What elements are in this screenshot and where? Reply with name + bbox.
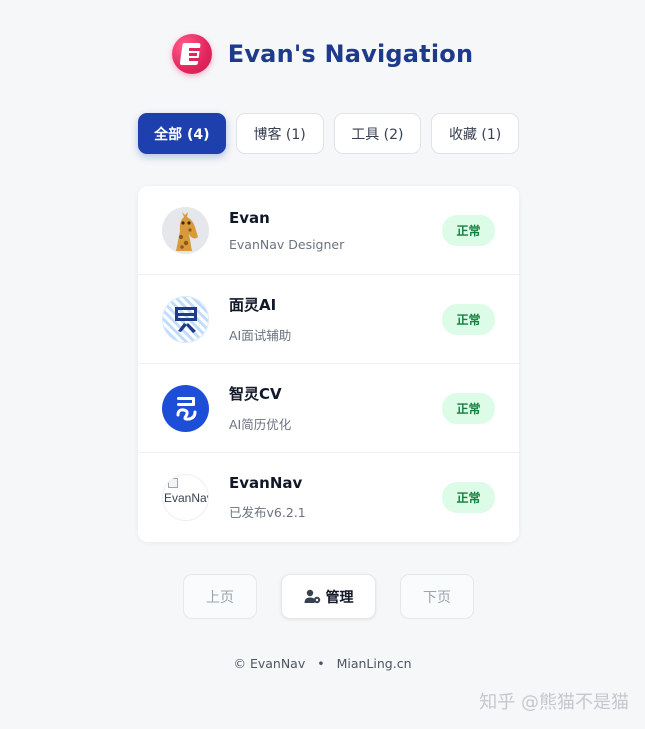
broken-image-icon: EvanNav: [162, 474, 209, 521]
item-desc: 已发布v6.2.1: [229, 505, 306, 520]
next-page-button[interactable]: 下页: [400, 574, 474, 619]
zhiling-logo-icon: [162, 384, 209, 432]
status-badge: 正常: [442, 214, 495, 246]
status-badge: 正常: [442, 303, 495, 335]
mianling-logo-icon: [162, 295, 209, 343]
category-tabs: 全部 (4) 博客 (1) 工具 (2) 收藏 (1): [138, 113, 519, 154]
status-badge: 正常: [442, 482, 495, 513]
item-name: Evan: [229, 208, 270, 227]
footer-separator: •: [317, 656, 325, 671]
item-desc: AI面试辅助: [229, 328, 292, 343]
giraffe-avatar-icon: [162, 206, 209, 254]
item-desc: EvanNav Designer: [229, 236, 345, 252]
pagination: 上页 管理 下页: [183, 574, 474, 619]
footer-link[interactable]: MianLing.cn: [337, 656, 412, 671]
page-title: Evan's Navigation: [227, 40, 474, 68]
footer-copyright: © EvanNav: [233, 656, 306, 671]
tab-all[interactable]: 全部 (4): [138, 113, 226, 154]
list-item[interactable]: 面灵AI AI面试辅助 正常: [138, 275, 519, 364]
item-name: 面灵AI: [229, 296, 277, 314]
site-list: Evan EvanNav Designer 正常 面灵AI AI面试辅助 正常: [138, 186, 519, 542]
list-item[interactable]: Evan EvanNav Designer 正常: [138, 186, 519, 275]
item-name: 智灵CV: [229, 385, 282, 403]
item-desc: AI简历优化: [229, 417, 292, 432]
tab-blog[interactable]: 博客 (1): [235, 113, 324, 154]
manage-button[interactable]: 管理: [281, 574, 376, 619]
tab-favorites[interactable]: 收藏 (1): [431, 113, 519, 154]
tab-tools[interactable]: 工具 (2): [333, 113, 422, 154]
image-alt-text: EvanNav: [164, 491, 209, 505]
list-item[interactable]: 智灵CV AI简历优化 正常: [138, 364, 519, 453]
header: Evan's Navigation: [0, 30, 645, 78]
footer: © EvanNav • MianLing.cn: [0, 656, 645, 671]
user-gear-icon: [304, 589, 320, 604]
broken-image-placeholder-icon: [168, 478, 178, 488]
prev-page-button[interactable]: 上页: [183, 574, 257, 619]
list-item[interactable]: EvanNav EvanNav 已发布v6.2.1 正常: [138, 453, 519, 542]
status-badge: 正常: [442, 392, 495, 424]
e-logo-icon[interactable]: [171, 34, 212, 74]
watermark: 知乎 @熊猫不是猫: [479, 692, 629, 713]
manage-button-label: 管理: [325, 589, 354, 606]
item-name: EvanNav: [229, 474, 303, 492]
